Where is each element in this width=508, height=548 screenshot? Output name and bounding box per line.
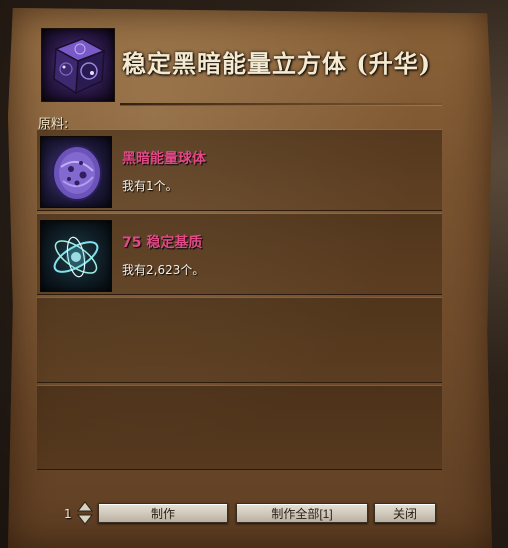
dark-energy-orb-icon [40, 136, 112, 208]
recipe-title: 稳定黑暗能量立方体 (升华) [122, 49, 432, 78]
material-owned-count: 我有1个。 [122, 179, 178, 193]
quantity-stepper[interactable] [76, 501, 94, 525]
craft-all-button[interactable]: 制作全部[1] [236, 503, 368, 523]
decrease-arrow-icon[interactable] [77, 514, 93, 525]
quantity-value[interactable]: 1 [64, 507, 72, 521]
close-button[interactable]: 关闭 [374, 503, 436, 523]
material-row[interactable]: 75 稳定基质 我有2,623个。 [37, 213, 442, 295]
increase-arrow-icon[interactable] [77, 501, 93, 512]
dark-energy-cube-icon [41, 28, 115, 102]
craft-button[interactable]: 制作 [98, 503, 228, 523]
stabilizing-matrix-icon [40, 220, 112, 292]
material-name: 75 稳定基质 [122, 235, 203, 251]
empty-material-slot [37, 385, 442, 470]
material-row[interactable]: 黑暗能量球体 我有1个。 [37, 129, 442, 211]
material-owned-count: 我有2,623个。 [122, 263, 205, 277]
empty-material-slot [37, 297, 442, 383]
title-divider [120, 103, 442, 106]
material-name: 黑暗能量球体 [122, 151, 206, 167]
